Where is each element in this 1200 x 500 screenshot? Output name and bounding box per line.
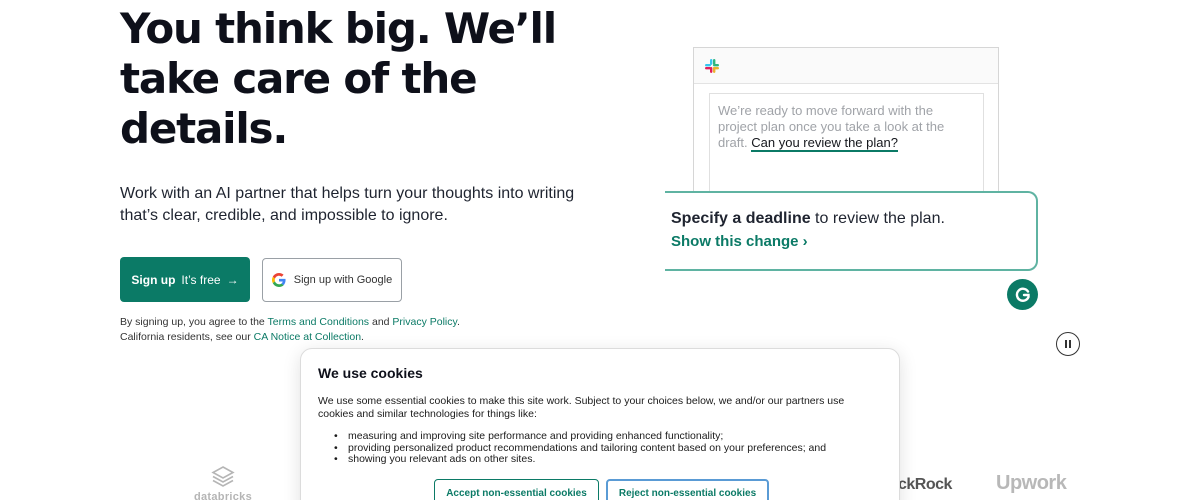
- show-change-link[interactable]: Show this change ›: [671, 233, 808, 250]
- suggestion-card: Specify a deadline to review the plan. S…: [665, 191, 1038, 271]
- databricks-icon: [211, 466, 235, 487]
- sign-up-label: Sign up: [131, 272, 176, 287]
- highlighted-sentence: Can you review the plan?: [751, 135, 898, 152]
- privacy-link[interactable]: Privacy Policy: [392, 316, 457, 328]
- suggestion-text: Specify a deadline to review the plan.: [671, 210, 945, 227]
- list-item: measuring and improving site performance…: [318, 430, 888, 443]
- sign-up-google-button[interactable]: Sign up with Google: [262, 258, 402, 302]
- reject-cookies-button[interactable]: Reject non-essential cookies: [606, 479, 769, 500]
- cookie-purpose-list: measuring and improving site performance…: [318, 430, 888, 466]
- terms-link[interactable]: Terms and Conditions: [268, 316, 370, 328]
- cookie-dialog-title: We use cookies: [318, 365, 423, 381]
- grammarly-icon: [1007, 279, 1038, 310]
- pause-button[interactable]: [1056, 332, 1080, 356]
- ca-notice-link[interactable]: CA Notice at Collection: [254, 331, 361, 343]
- list-item: showing you relevant ads on other sites.: [318, 453, 888, 466]
- slack-icon: [705, 59, 719, 73]
- demo-message-text: We’re ready to move forward with the pro…: [709, 93, 984, 203]
- arrow-right-icon: →: [226, 272, 239, 287]
- cookie-dialog-body: We use some essential cookies to make th…: [318, 395, 845, 420]
- google-icon: [271, 273, 286, 287]
- databricks-logo: databricks: [188, 466, 258, 500]
- demo-message-window: We’re ready to move forward with the pro…: [693, 47, 999, 203]
- legal-notice: By signing up, you agree to the Terms an…: [120, 316, 460, 343]
- demo-window-topbar: [694, 48, 998, 84]
- sign-up-free-label: It’s free: [181, 272, 221, 287]
- pause-icon: [1065, 340, 1071, 348]
- blackrock-logo: ckRock: [898, 476, 952, 493]
- sign-up-button[interactable]: Sign up It’s free →: [120, 257, 250, 302]
- hero-subtitle: Work with an AI partner that helps turn …: [120, 185, 575, 224]
- cookie-consent-dialog: We use cookies We use some essential coo…: [300, 348, 900, 500]
- accept-cookies-button[interactable]: Accept non-essential cookies: [434, 479, 599, 500]
- upwork-logo: Upwork: [996, 472, 1067, 494]
- hero-title: You think big. We’ll take care of the de…: [120, 4, 557, 153]
- google-button-label: Sign up with Google: [293, 274, 393, 286]
